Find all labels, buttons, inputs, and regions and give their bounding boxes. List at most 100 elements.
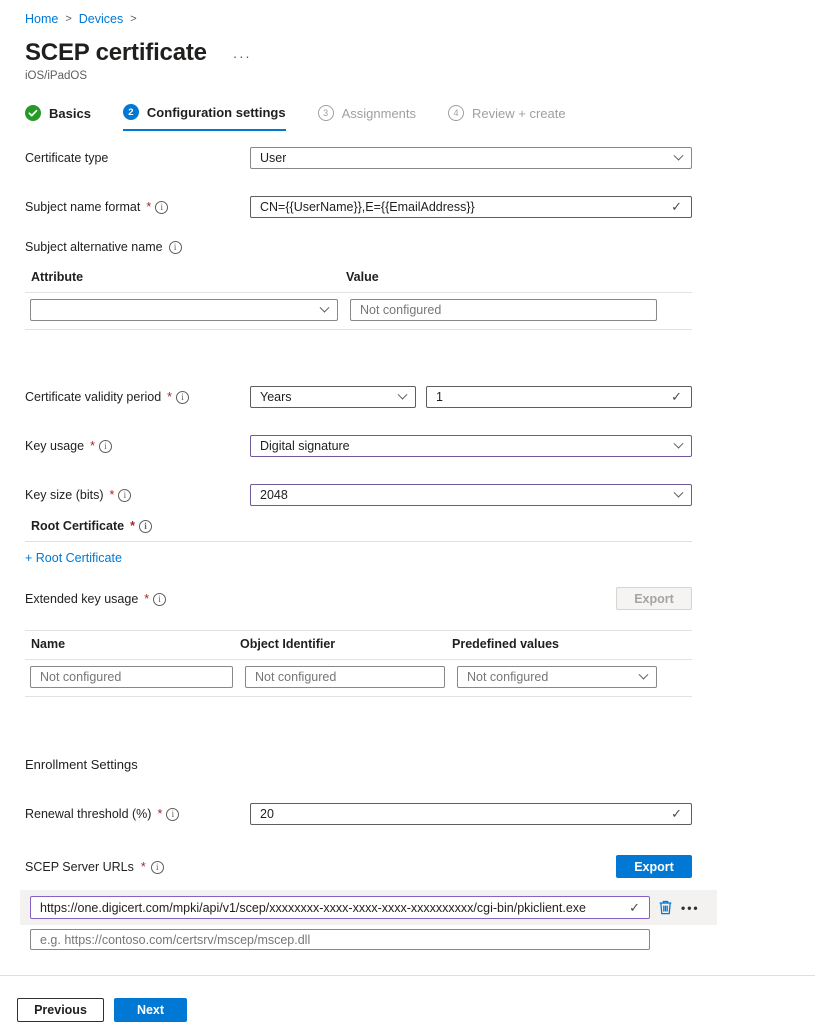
certificate-type-dropdown[interactable]: User xyxy=(250,147,692,169)
required-asterisk: * xyxy=(110,488,115,502)
breadcrumb-link-devices[interactable]: Devices xyxy=(79,12,123,26)
scep-url-row: https://one.digicert.com/mpki/api/v1/sce… xyxy=(20,890,717,925)
tab-configuration-settings[interactable]: 2 Configuration settings xyxy=(123,104,286,131)
page-subtitle: iOS/iPadOS xyxy=(25,70,815,82)
subject-name-format-value: CN={{UserName}},E={{EmailAddress}} xyxy=(260,200,475,214)
key-usage-dropdown[interactable]: Digital signature xyxy=(250,435,692,457)
next-button[interactable]: Next xyxy=(114,998,187,1022)
san-header-value: Value xyxy=(346,270,379,284)
chevron-down-icon xyxy=(320,302,330,312)
validity-period-label: Certificate validity period xyxy=(25,390,161,404)
extended-key-usage-label: Extended key usage xyxy=(25,592,138,606)
scep-new-url-input[interactable]: e.g. https://contoso.com/certsrv/mscep/m… xyxy=(30,929,650,950)
tab-review-create[interactable]: 4 Review + create xyxy=(448,104,566,131)
valid-checkmark-icon: ✓ xyxy=(671,806,682,822)
required-asterisk: * xyxy=(130,519,135,533)
root-certificate-label: Root Certificate xyxy=(31,519,124,533)
eku-row: Not configured Not configured Not config… xyxy=(25,660,692,696)
chevron-down-icon xyxy=(674,487,684,497)
add-root-certificate-link[interactable]: + Root Certificate xyxy=(25,551,122,565)
valid-checkmark-icon: ✓ xyxy=(671,199,682,215)
key-usage-value: Digital signature xyxy=(260,439,350,453)
valid-checkmark-icon: ✓ xyxy=(671,389,682,405)
san-value-input[interactable]: Not configured xyxy=(350,299,657,321)
chevron-right-icon: > xyxy=(65,13,71,25)
tab-label: Review + create xyxy=(472,106,566,121)
chevron-down-icon xyxy=(398,389,408,399)
eku-predefined-dropdown[interactable]: Not configured xyxy=(457,666,657,688)
key-size-dropdown[interactable]: 2048 xyxy=(250,484,692,506)
key-size-label: Key size (bits) xyxy=(25,488,104,502)
more-options-icon[interactable]: ··· xyxy=(233,42,252,64)
divider xyxy=(25,541,692,542)
renewal-threshold-input[interactable]: 20 ✓ xyxy=(250,803,692,825)
required-asterisk: * xyxy=(167,390,172,404)
tab-label: Configuration settings xyxy=(147,105,286,120)
breadcrumb: Home > Devices > xyxy=(25,12,815,26)
eku-oid-input[interactable]: Not configured xyxy=(245,666,445,688)
eku-oid-placeholder: Not configured xyxy=(255,670,336,684)
eku-predefined-value: Not configured xyxy=(467,670,548,684)
required-asterisk: * xyxy=(90,439,95,453)
eku-header-name: Name xyxy=(31,637,240,651)
delete-icon[interactable] xyxy=(657,899,674,916)
breadcrumb-link-home[interactable]: Home xyxy=(25,12,58,26)
validity-unit-dropdown[interactable]: Years xyxy=(250,386,416,408)
info-icon[interactable]: i xyxy=(155,201,168,214)
certificate-type-label: Certificate type xyxy=(25,151,108,165)
info-icon[interactable]: i xyxy=(99,440,112,453)
scep-url-input[interactable]: https://one.digicert.com/mpki/api/v1/sce… xyxy=(30,896,650,919)
san-table: Attribute Value Not configured xyxy=(25,264,692,330)
wizard-footer: Previous Next xyxy=(0,975,815,1022)
chevron-right-icon: > xyxy=(130,13,136,25)
scep-new-url-placeholder: e.g. https://contoso.com/certsrv/mscep/m… xyxy=(40,933,310,947)
scep-export-button[interactable]: Export xyxy=(616,855,692,878)
scep-url-value: https://one.digicert.com/mpki/api/v1/sce… xyxy=(40,901,586,915)
info-icon[interactable]: i xyxy=(176,391,189,404)
key-size-value: 2048 xyxy=(260,488,288,502)
chevron-down-icon xyxy=(674,150,684,160)
certificate-type-value: User xyxy=(260,151,286,165)
required-asterisk: * xyxy=(141,860,146,874)
tab-label: Basics xyxy=(49,106,91,121)
step-number-badge: 3 xyxy=(318,105,334,121)
san-attribute-dropdown[interactable] xyxy=(30,299,338,321)
eku-export-button[interactable]: Export xyxy=(616,587,692,610)
info-icon[interactable]: i xyxy=(139,520,152,533)
scep-server-urls-label: SCEP Server URLs xyxy=(25,860,134,874)
valid-checkmark-icon: ✓ xyxy=(629,900,640,916)
page-title: SCEP certificate xyxy=(25,39,207,67)
eku-table: Name Object Identifier Predefined values… xyxy=(25,630,692,697)
san-header-attribute: Attribute xyxy=(31,270,346,284)
info-icon[interactable]: i xyxy=(151,861,164,874)
tab-basics[interactable]: Basics xyxy=(25,104,91,131)
step-number-badge: 4 xyxy=(448,105,464,121)
subject-alternative-name-label: Subject alternative name xyxy=(25,240,163,254)
required-asterisk: * xyxy=(157,807,162,821)
required-asterisk: * xyxy=(144,592,149,606)
validity-number-input[interactable]: 1 ✓ xyxy=(426,386,692,408)
san-row: Not configured xyxy=(25,293,692,329)
validity-unit-value: Years xyxy=(260,390,292,404)
completed-check-icon xyxy=(25,105,41,121)
renewal-threshold-value: 20 xyxy=(260,807,274,821)
info-icon[interactable]: i xyxy=(169,241,182,254)
subject-name-format-input[interactable]: CN={{UserName}},E={{EmailAddress}} ✓ xyxy=(250,196,692,218)
required-asterisk: * xyxy=(146,200,151,214)
wizard-steps: Basics 2 Configuration settings 3 Assign… xyxy=(25,104,815,131)
eku-header-predefined: Predefined values xyxy=(452,637,559,651)
step-number-badge: 2 xyxy=(123,104,139,120)
chevron-down-icon xyxy=(674,438,684,448)
info-icon[interactable]: i xyxy=(166,808,179,821)
previous-button[interactable]: Previous xyxy=(17,998,104,1022)
eku-name-input[interactable]: Not configured xyxy=(30,666,233,688)
info-icon[interactable]: i xyxy=(118,489,131,502)
key-usage-label: Key usage xyxy=(25,439,84,453)
subject-name-format-label: Subject name format xyxy=(25,200,140,214)
validity-number-value: 1 xyxy=(436,390,443,404)
tab-assignments[interactable]: 3 Assignments xyxy=(318,104,416,131)
info-icon[interactable]: i xyxy=(153,593,166,606)
more-options-icon[interactable]: ••• xyxy=(681,901,700,915)
enrollment-settings-heading: Enrollment Settings xyxy=(25,757,815,772)
tab-label: Assignments xyxy=(342,106,416,121)
